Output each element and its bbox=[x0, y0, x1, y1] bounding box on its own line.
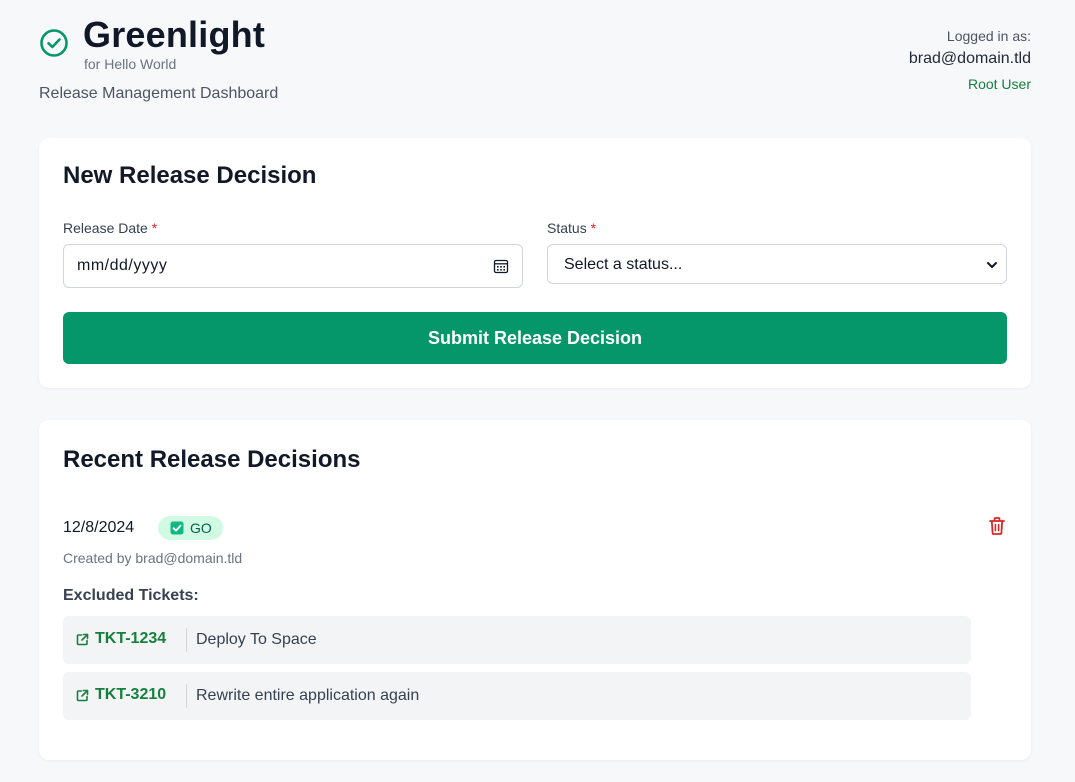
ticket-divider bbox=[186, 628, 187, 652]
ticket-description: Rewrite entire application again bbox=[196, 687, 420, 704]
calendar-icon[interactable] bbox=[493, 258, 509, 274]
excluded-tickets-label: Excluded Tickets: bbox=[63, 587, 199, 604]
recent-release-decisions-card: Recent Release Decisions 12/8/2024 GO Cr… bbox=[39, 420, 1031, 760]
ticket-divider bbox=[186, 684, 187, 708]
release-date-input[interactable]: mm/dd/yyyy bbox=[63, 244, 523, 288]
status-badge-label: GO bbox=[190, 520, 212, 536]
status-label-text: Status bbox=[547, 220, 587, 236]
status-badge: GO bbox=[158, 516, 223, 540]
page: Greenlight for Hello World Release Manag… bbox=[0, 0, 1075, 782]
new-release-decision-title: New Release Decision bbox=[63, 162, 317, 189]
decision-date: 12/8/2024 bbox=[63, 519, 135, 536]
external-link-icon bbox=[76, 633, 89, 645]
required-marker: * bbox=[590, 220, 597, 236]
app-title: Greenlight bbox=[83, 14, 266, 55]
logged-in-label: Logged in as: bbox=[946, 28, 1031, 44]
ticket-id: TKT-3210 bbox=[95, 686, 167, 703]
new-release-decision-card: New Release Decision Release Date * mm/d… bbox=[39, 138, 1031, 388]
status-label: Status * bbox=[547, 220, 596, 236]
checkbox-check-icon bbox=[170, 521, 184, 535]
user-info: Logged in as: brad@domain.tld Root User bbox=[909, 28, 1031, 92]
ticket-description: Deploy To Space bbox=[196, 631, 317, 648]
status-selected-value: Select a status... bbox=[564, 256, 683, 273]
trash-icon[interactable] bbox=[988, 516, 1006, 536]
release-date-label-text: Release Date bbox=[63, 220, 148, 236]
chevron-down-icon bbox=[987, 262, 997, 268]
ticket-link[interactable]: TKT-1234 bbox=[76, 630, 166, 648]
header: Greenlight for Hello World Release Manag… bbox=[39, 14, 1031, 114]
submit-release-decision-button[interactable]: Submit Release Decision bbox=[63, 312, 1007, 364]
user-email: brad@domain.tld bbox=[908, 50, 1031, 67]
user-role: Root User bbox=[967, 76, 1031, 92]
status-select[interactable]: Select a status... bbox=[547, 244, 1007, 284]
ticket-link[interactable]: TKT-3210 bbox=[76, 686, 166, 704]
check-circle-icon bbox=[40, 29, 68, 57]
required-marker: * bbox=[151, 220, 158, 236]
ticket-row: TKT-3210 Rewrite entire application agai… bbox=[63, 672, 971, 720]
external-link-icon bbox=[76, 689, 89, 701]
release-date-placeholder: mm/dd/yyyy bbox=[77, 257, 168, 274]
ticket-id: TKT-1234 bbox=[95, 630, 167, 647]
recent-release-decisions-title: Recent Release Decisions bbox=[63, 446, 361, 473]
dashboard-label: Release Management Dashboard bbox=[39, 85, 279, 102]
release-date-label: Release Date * bbox=[63, 220, 157, 236]
created-by: Created by brad@domain.tld bbox=[63, 550, 243, 566]
ticket-row: TKT-1234 Deploy To Space bbox=[63, 616, 971, 664]
app-subtitle: for Hello World bbox=[84, 56, 177, 72]
